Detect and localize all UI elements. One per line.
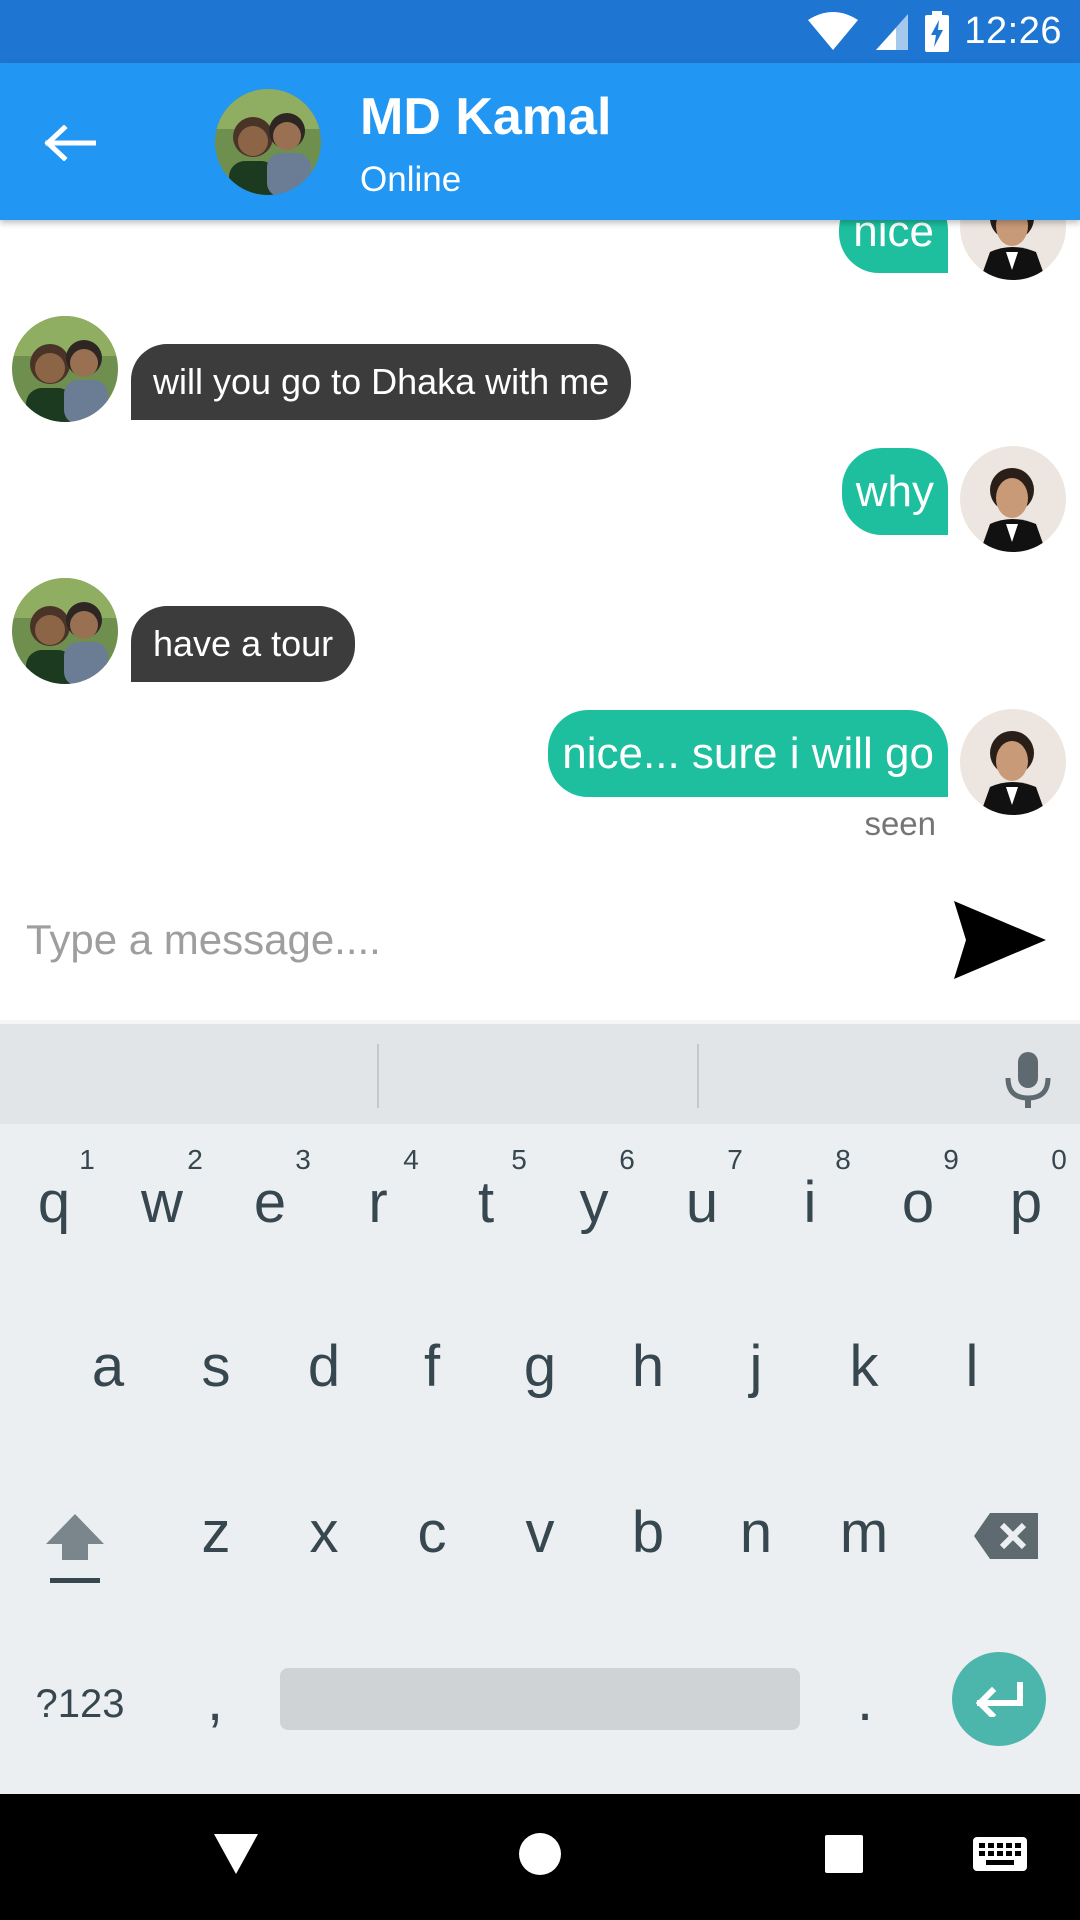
key-t[interactable]: t [442,1168,530,1238]
outgoing-message-bubble[interactable]: nice [839,220,948,273]
battery-charging-icon [925,10,950,52]
key-hint-7: 7 [727,1144,743,1175]
message-text: nice [853,220,934,256]
incoming-message-bubble[interactable]: have a tour [131,606,356,682]
key-hint-4: 4 [403,1144,419,1175]
circle-home-icon [519,1833,561,1875]
suggestion-divider [697,1044,699,1108]
triangle-back-icon [214,1834,258,1874]
seen-indicator: seen [864,805,936,842]
symbols-key[interactable]: ?123 [20,1676,140,1732]
key-q[interactable]: q [10,1168,98,1238]
key-e[interactable]: e [226,1168,314,1238]
key-r[interactable]: r [334,1168,422,1238]
key-hint-8: 8 [835,1144,851,1175]
system-navigation-bar [0,1794,1080,1920]
key-hint-3: 3 [295,1144,311,1175]
spacebar-key[interactable] [280,1668,800,1730]
microphone-icon [1005,1052,1051,1108]
my-avatar [960,709,1066,815]
suggestion-divider [377,1044,379,1108]
key-c[interactable]: c [388,1498,476,1568]
key-y[interactable]: y [550,1168,638,1238]
contact-message-avatar [12,316,118,422]
key-z[interactable]: z [172,1498,260,1568]
suggestion-strip [0,1020,1080,1124]
my-avatar [960,220,1066,280]
backspace-icon [974,1513,1038,1559]
wifi-icon [808,11,859,50]
arrow-left-icon [44,125,96,161]
outgoing-message-bubble[interactable]: why [841,448,948,535]
nav-home-button[interactable] [510,1824,570,1884]
key-m[interactable]: m [820,1498,908,1568]
nav-recents-button[interactable] [814,1824,874,1884]
incoming-message-bubble[interactable]: will you go to Dhaka with me [131,344,632,420]
message-composer [0,870,1080,1020]
message-text: have a tour [153,623,334,664]
send-button[interactable] [950,895,1050,985]
key-v[interactable]: v [496,1498,584,1568]
clock: 12:26 [964,10,1062,52]
contact-name: MD Kamal [360,88,612,146]
key-o[interactable]: o [874,1168,962,1238]
key-k[interactable]: k [820,1332,908,1402]
key-w[interactable]: w [118,1168,206,1238]
message-input[interactable] [26,900,906,980]
key-b[interactable]: b [604,1498,692,1568]
key-i[interactable]: i [766,1168,854,1238]
soft-keyboard: ?123 , . q1w2e3r4t5y6u7i8o9p0 asdfghjkl zx… [0,1020,1080,1794]
backspace-key[interactable] [972,1508,1040,1564]
key-d[interactable]: d [280,1332,368,1402]
key-a[interactable]: a [64,1332,152,1402]
key-hint-5: 5 [511,1144,527,1175]
status-bar: 12:26 [0,0,1080,63]
key-p[interactable]: p [982,1168,1070,1238]
contact-message-avatar [12,578,118,684]
outgoing-message-bubble[interactable]: nice... sure i will go [548,710,948,797]
contact-status: Online [360,160,462,199]
nav-keyboard-button[interactable] [968,1824,1032,1884]
enter-key[interactable] [952,1652,1046,1746]
back-button[interactable] [40,113,100,173]
message-text: why [855,467,934,516]
key-g[interactable]: g [496,1332,584,1402]
chat-message-list[interactable]: nice will you go to Dhaka with me why ha… [0,220,1080,870]
key-hint-2: 2 [187,1144,203,1175]
key-l[interactable]: l [928,1332,1016,1402]
key-hint-1: 1 [79,1144,95,1175]
shift-key[interactable] [40,1506,110,1596]
message-text: will you go to Dhaka with me [153,361,610,402]
key-n[interactable]: n [712,1498,800,1568]
square-recents-icon [825,1835,863,1873]
voice-input-button[interactable] [1000,1050,1056,1110]
my-avatar [960,446,1066,552]
comma-key[interactable]: , [190,1666,240,1736]
contact-avatar[interactable] [215,89,321,195]
cell-signal-icon [876,13,909,50]
key-u[interactable]: u [658,1168,746,1238]
keyboard-icon [973,1837,1027,1871]
shift-icon [46,1514,104,1583]
app-bar: MD Kamal Online [0,63,1080,220]
key-hint-6: 6 [619,1144,635,1175]
key-f[interactable]: f [388,1332,476,1402]
message-text: nice... sure i will go [562,729,934,778]
key-s[interactable]: s [172,1332,260,1402]
key-h[interactable]: h [604,1332,692,1402]
nav-back-button[interactable] [206,1824,266,1884]
enter-icon [975,1682,1023,1717]
key-j[interactable]: j [712,1332,800,1402]
send-icon [954,901,1046,979]
key-hint-9: 9 [943,1144,959,1175]
key-hint-0: 0 [1051,1144,1067,1175]
period-key[interactable]: . [840,1666,890,1736]
key-x[interactable]: x [280,1498,368,1568]
